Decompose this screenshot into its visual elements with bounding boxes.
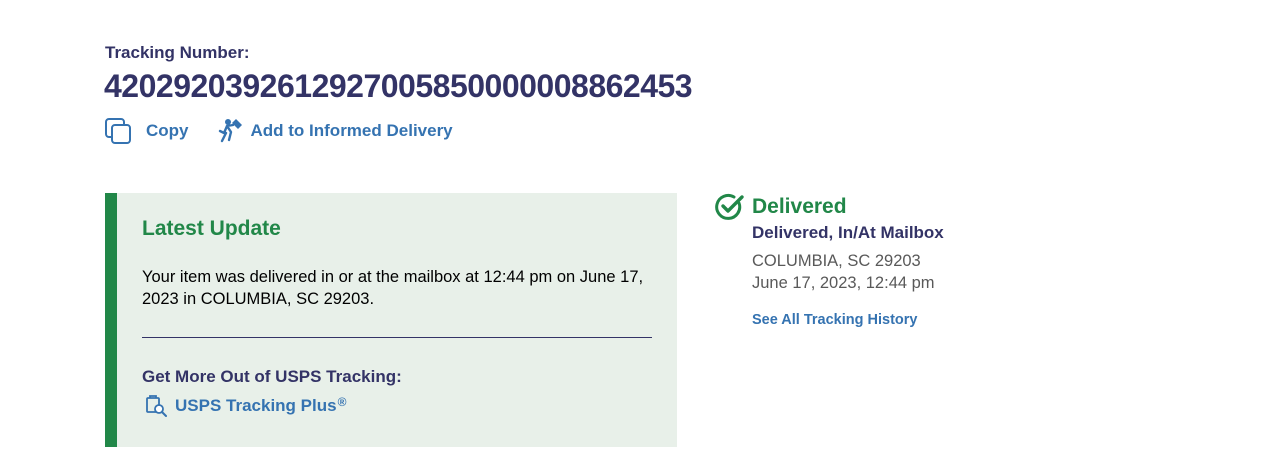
more-tracking-title: Get More Out of USPS Tracking:	[142, 367, 402, 386]
status-detail: Delivered, In/At Mailbox	[752, 223, 944, 242]
usps-tracking-plus-link[interactable]: USPS Tracking Plus ®	[145, 395, 346, 417]
delivery-status: Delivered Delivered, In/At Mailbox COLUM…	[715, 193, 944, 328]
tracking-number-label: Tracking Number:	[105, 43, 250, 62]
add-to-informed-delivery-button[interactable]: Add to Informed Delivery	[217, 118, 453, 144]
latest-update-text: Your item was delivered in or at the mai…	[142, 268, 644, 308]
tracking-number: 4202920392612927005850000008862453	[104, 68, 693, 104]
copy-label: Copy	[146, 121, 189, 140]
tracking-actions: Copy Add to Informed Delivery	[105, 117, 453, 145]
status-title: Delivered	[752, 195, 847, 218]
status-location: COLUMBIA, SC 29203	[752, 252, 921, 270]
copy-icon	[105, 117, 132, 145]
latest-update-panel: Latest Update Your item was delivered in…	[105, 193, 677, 447]
tracking-page: Tracking Number: 42029203926129270058500…	[0, 0, 1267, 461]
see-all-tracking-history-link[interactable]: See All Tracking History	[752, 312, 944, 328]
divider	[142, 337, 652, 338]
latest-update-title: Latest Update	[142, 217, 281, 240]
package-search-icon	[145, 395, 167, 417]
check-circle-icon	[715, 193, 745, 221]
mail-carrier-icon	[217, 118, 245, 144]
accent-bar	[105, 193, 117, 447]
add-to-informed-delivery-label: Add to Informed Delivery	[250, 121, 453, 140]
status-date: June 17, 2023, 12:44 pm	[752, 274, 935, 292]
usps-tracking-plus-label: USPS Tracking Plus	[175, 396, 337, 415]
copy-button[interactable]: Copy	[105, 117, 189, 145]
registered-mark: ®	[337, 395, 347, 409]
